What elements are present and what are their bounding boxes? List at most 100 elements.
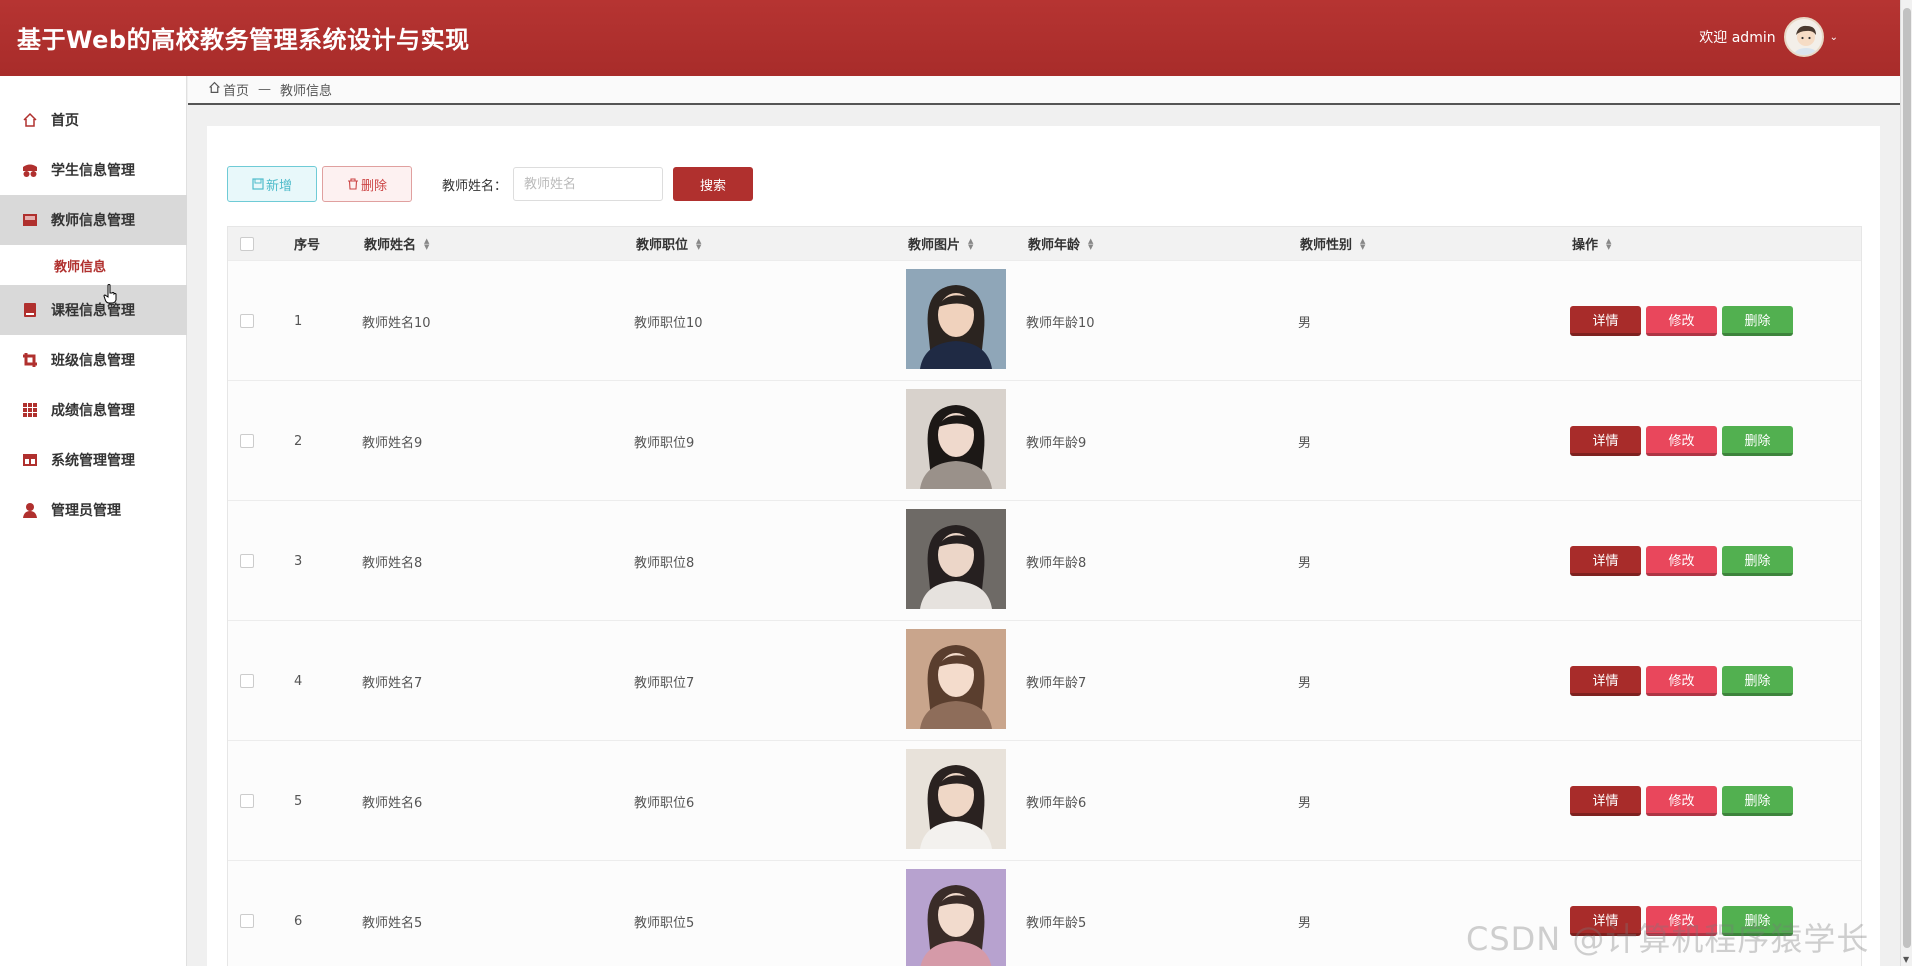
sidebar-subitem-label: 教师信息 <box>54 259 107 275</box>
sidebar-item-admins[interactable]: 管理员管理 <box>0 485 187 535</box>
row-age: 教师年龄9 <box>1026 435 1087 451</box>
row-name: 教师姓名6 <box>362 795 423 811</box>
column-header-photo[interactable]: 教师图片 ▲ ▼ <box>908 227 973 260</box>
edit-button[interactable]: 修改 <box>1646 306 1717 336</box>
search-input[interactable] <box>513 167 664 201</box>
teacher-photo <box>906 749 1006 849</box>
row-checkbox[interactable] <box>240 501 254 621</box>
sidebar-item-courses[interactable]: 课程信息管理 <box>0 285 187 335</box>
grade-icon <box>21 401 39 419</box>
teacher-icon <box>21 211 39 229</box>
class-icon <box>21 351 39 369</box>
row-age: 教师年龄10 <box>1026 315 1095 331</box>
user-menu[interactable]: 欢迎 admin ⌄ <box>1699 17 1838 57</box>
teacher-table: 序号 教师姓名 ▲ ▼ 教师职位 ▲ ▼ 教师图片 ▲ ▼ 教师年龄 ▲ ▼ 教师性别 ▲ ▼ 操作… <box>227 226 1862 966</box>
row-position: 教师职位5 <box>634 915 695 931</box>
table-row: 2 教师姓名9 教师职位9 教师年龄9 男 详情 修改 删除 <box>228 380 1861 500</box>
sidebar-item-label: 课程信息管理 <box>51 303 135 319</box>
student-icon <box>21 161 39 179</box>
sidebar-item-home[interactable]: 首页 <box>0 95 187 145</box>
edit-button[interactable]: 修改 <box>1646 426 1717 456</box>
table-body: 1 教师姓名10 教师职位10 教师年龄10 男 详情 修改 删除 2 教师姓名… <box>228 260 1861 966</box>
delete-button[interactable]: 删除 <box>1722 666 1793 696</box>
scroll-down-arrow-icon[interactable]: ▼ <box>1903 955 1909 964</box>
table-row: 4 教师姓名7 教师职位7 教师年龄7 男 详情 修改 删除 <box>228 620 1861 740</box>
column-header-position[interactable]: 教师职位 ▲ ▼ <box>636 227 701 260</box>
batch-delete-button[interactable]: 删除 <box>322 166 412 202</box>
watermark: CSDN @计算机程序猿学长 <box>1466 920 1870 958</box>
sort-icon: ▲ ▼ <box>1606 236 1612 251</box>
sidebar-item-classes[interactable]: 班级信息管理 <box>0 335 187 385</box>
delete-button[interactable]: 删除 <box>1722 426 1793 456</box>
row-checkbox[interactable] <box>240 861 254 966</box>
edit-button[interactable]: 修改 <box>1646 546 1717 576</box>
avatar[interactable] <box>1783 17 1824 57</box>
sort-icon: ▲ ▼ <box>968 236 974 251</box>
scrollbar-thumb[interactable] <box>1903 8 1911 948</box>
toolbar: 新增 删除 教师姓名： 搜索 <box>227 165 754 203</box>
sort-icon: ▲ ▼ <box>1360 236 1366 251</box>
delete-button[interactable]: 删除 <box>1722 546 1793 576</box>
row-name: 教师姓名7 <box>362 675 423 691</box>
row-actions: 详情 修改 删除 <box>1570 621 1793 741</box>
row-age: 教师年龄6 <box>1026 795 1087 811</box>
content-panel: 新增 删除 教师姓名： 搜索 序号 教师姓名▲▼ 教师职位▲▼ 教师图片▲▼ 教… <box>207 126 1880 966</box>
sidebar-item-students[interactable]: 学生信息管理 <box>0 145 187 195</box>
row-checkbox[interactable] <box>240 741 254 861</box>
row-position: 教师职位10 <box>634 315 703 331</box>
teacher-photo <box>906 389 1006 489</box>
row-actions: 详情 修改 删除 <box>1570 261 1793 381</box>
detail-button[interactable]: 详情 <box>1570 666 1641 696</box>
breadcrumb-home[interactable]: 首页 <box>223 80 249 99</box>
sidebar-item-label: 学生信息管理 <box>51 163 135 179</box>
teacher-photo <box>906 629 1006 729</box>
delete-button[interactable]: 删除 <box>1722 306 1793 336</box>
add-button[interactable]: 新增 <box>227 166 317 202</box>
search-button[interactable]: 搜索 <box>673 167 754 201</box>
detail-button[interactable]: 详情 <box>1570 786 1641 816</box>
delete-button-label: 删除 <box>360 178 387 194</box>
sidebar-item-system[interactable]: 系统管理管理 <box>0 435 187 485</box>
row-age: 教师年龄8 <box>1026 555 1087 571</box>
detail-button[interactable]: 详情 <box>1570 426 1641 456</box>
page-scrollbar[interactable]: ▼ <box>1900 0 1912 966</box>
column-header-age[interactable]: 教师年龄 ▲ ▼ <box>1028 227 1093 260</box>
column-header-gender[interactable]: 教师性别 ▲ ▼ <box>1300 227 1365 260</box>
sidebar-item-grades[interactable]: 成绩信息管理 <box>0 385 187 435</box>
row-index: 4 <box>294 673 303 689</box>
trash-icon <box>347 178 358 190</box>
row-gender: 男 <box>1298 915 1312 931</box>
sort-icon: ▲ ▼ <box>696 236 702 251</box>
detail-button[interactable]: 详情 <box>1570 546 1641 576</box>
search-label: 教师姓名： <box>442 178 508 194</box>
sidebar-item-teachers[interactable]: 教师信息管理 <box>0 195 187 245</box>
row-position: 教师职位6 <box>634 795 695 811</box>
row-gender: 男 <box>1298 795 1312 811</box>
delete-button[interactable]: 删除 <box>1722 786 1793 816</box>
home-icon[interactable] <box>208 81 221 98</box>
edit-button[interactable]: 修改 <box>1646 786 1717 816</box>
row-index: 5 <box>294 793 303 809</box>
column-header-name[interactable]: 教师姓名 ▲ ▼ <box>364 227 429 260</box>
detail-button[interactable]: 详情 <box>1570 306 1641 336</box>
chevron-down-icon[interactable]: ⌄ <box>1830 32 1838 43</box>
select-all-checkbox[interactable] <box>240 227 254 260</box>
row-index: 6 <box>294 913 303 929</box>
row-checkbox[interactable] <box>240 261 254 381</box>
row-checkbox[interactable] <box>240 621 254 741</box>
system-icon <box>21 451 39 469</box>
row-name: 教师姓名5 <box>362 915 423 931</box>
row-gender: 男 <box>1298 315 1312 331</box>
row-position: 教师职位9 <box>634 435 695 451</box>
column-header-actions[interactable]: 操作 ▲ ▼ <box>1572 227 1611 260</box>
row-position: 教师职位8 <box>634 555 695 571</box>
add-icon <box>252 178 264 190</box>
row-name: 教师姓名10 <box>362 315 431 331</box>
row-index: 3 <box>294 553 303 569</box>
row-checkbox[interactable] <box>240 381 254 501</box>
table-header: 序号 教师姓名 ▲ ▼ 教师职位 ▲ ▼ 教师图片 ▲ ▼ 教师年龄 ▲ ▼ 教师性别 ▲ ▼ 操作… <box>228 227 1861 260</box>
sidebar-subitem-teacher-info[interactable]: 教师信息 <box>0 245 187 285</box>
breadcrumb-separator: — <box>258 82 272 97</box>
edit-button[interactable]: 修改 <box>1646 666 1717 696</box>
app-title: 基于Web的高校教务管理系统设计与实现 <box>17 26 470 54</box>
